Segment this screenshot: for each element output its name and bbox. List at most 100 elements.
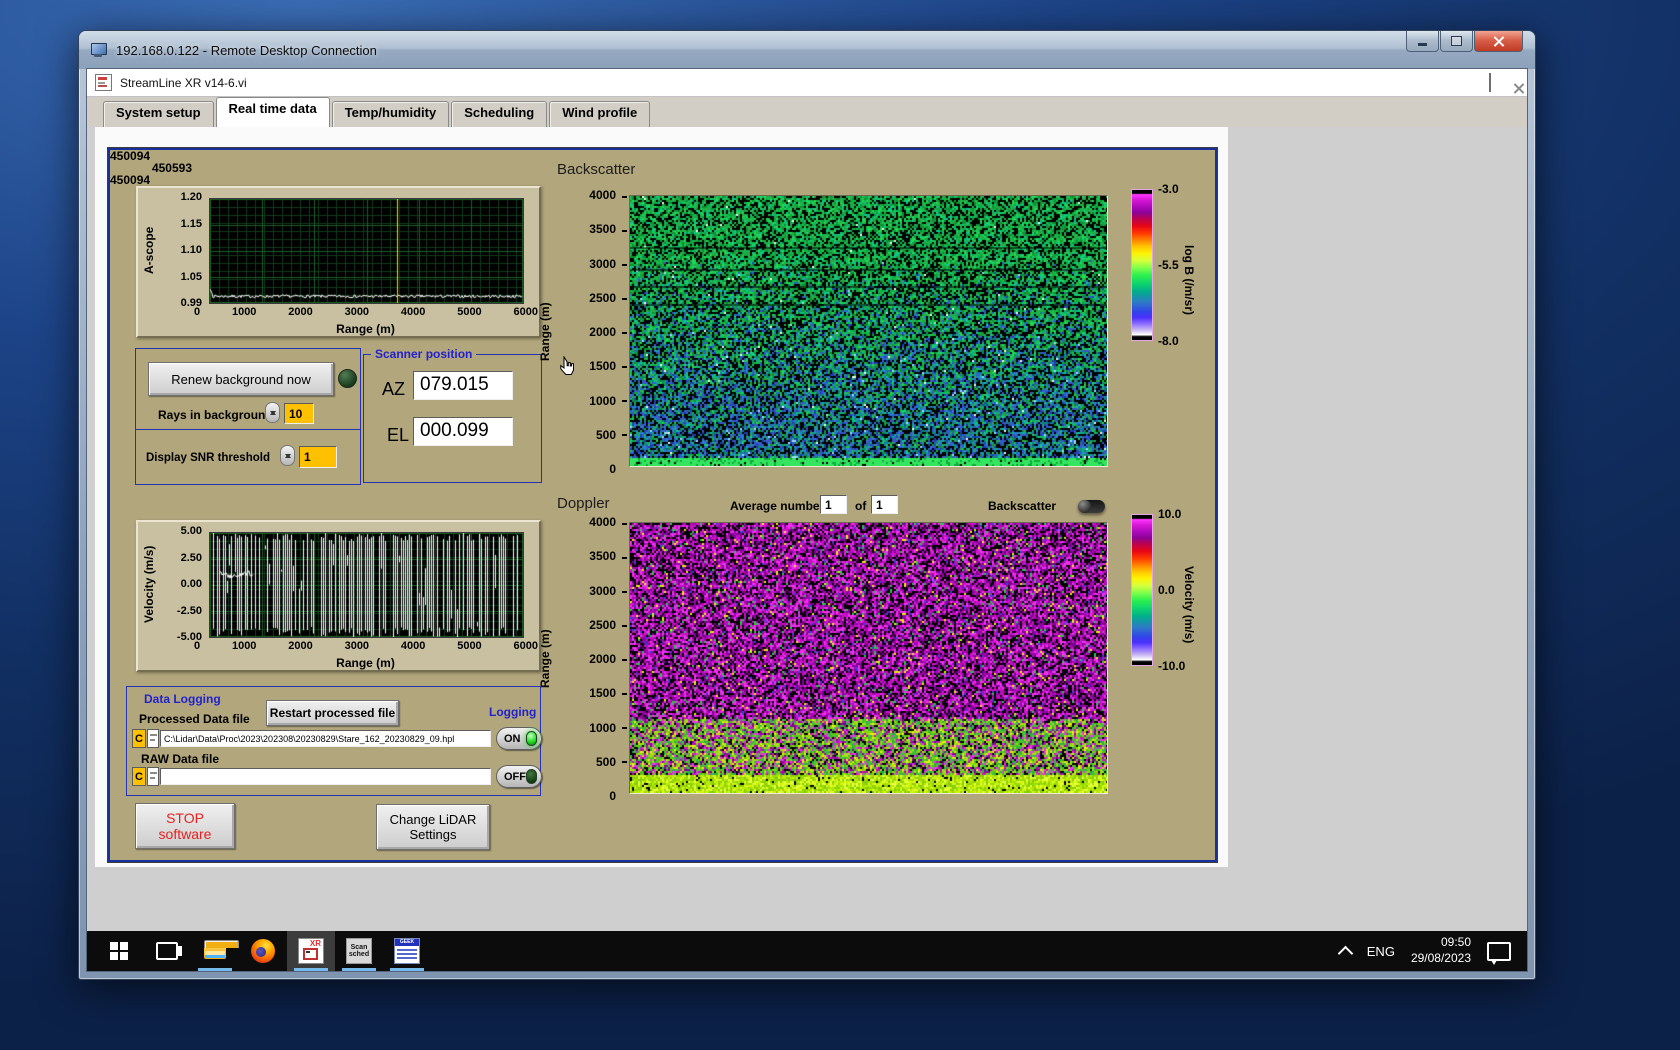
streamline-xr-button[interactable]: XR: [287, 931, 335, 971]
change-lidar-settings-button[interactable]: Change LiDAR Settings: [376, 804, 490, 850]
scan-icon-line1: Scan: [350, 944, 368, 951]
y-tick-label: 1.20: [180, 191, 202, 203]
scanner-position-title: Scanner position: [371, 348, 477, 360]
of-label: of: [855, 499, 867, 513]
tab-scheduling[interactable]: Scheduling: [451, 101, 548, 127]
rdp-titlebar[interactable]: 192.168.0.122 - Remote Desktop Connectio…: [79, 31, 1535, 69]
log-viewer-icon: GEEK: [394, 938, 420, 964]
backscatter-title: Backscatter: [557, 161, 636, 178]
x-tick-label: 5000: [457, 640, 482, 652]
system-tray: ENG 09:50 29/08/2023: [1337, 931, 1527, 971]
task-view-button[interactable]: [143, 931, 191, 971]
led-on-icon: [526, 731, 537, 746]
average-total-field[interactable]: 1: [871, 495, 898, 514]
processed-data-file-label: Processed Data file: [139, 712, 250, 726]
clock-time: 09:50: [1440, 935, 1471, 950]
y-tick-label: 1.05: [180, 270, 202, 283]
velocity-ylabel: Velocity (m/s): [142, 545, 156, 623]
x-tick-label: 2000: [288, 306, 313, 318]
doppler-title: Doppler: [557, 495, 610, 512]
scan-scheduler-icon: Scan sched: [346, 938, 372, 964]
file-explorer-button[interactable]: [191, 931, 239, 971]
renew-background-button[interactable]: Renew background now: [148, 362, 334, 396]
y-axis-ticks: [622, 523, 627, 795]
labview-vi-icon: [95, 74, 112, 91]
snr-threshold-box: Display SNR threshold 1: [135, 429, 361, 485]
y-tick-label: 3000: [589, 583, 616, 598]
x-tick-label: 3000: [344, 306, 370, 318]
firefox-icon: [251, 939, 275, 963]
raw-data-file-label: RAW Data file: [141, 752, 220, 766]
task-view-icon: [156, 942, 182, 960]
y-tick-label: 0: [609, 789, 616, 803]
processed-browse-icon[interactable]: [147, 729, 159, 748]
scan-icon-line2: sched: [348, 951, 370, 958]
firefox-button[interactable]: [239, 931, 287, 971]
clock-date: 29/08/2023: [1410, 951, 1471, 965]
backscatter-x-left: 450094: [110, 149, 151, 163]
raw-drive-box[interactable]: C: [132, 767, 146, 786]
ascope-graph: A-scope 1.20 1.15 1.10 1.05 0.99 0 1000 2000 30…: [136, 186, 541, 338]
change-line2: Settings: [409, 827, 457, 842]
tab-system-setup[interactable]: System setup: [103, 101, 214, 127]
processed-path-field[interactable]: C:\Lidar\Data\Proc\2023\202308\20230829\…: [160, 730, 491, 747]
backscatter-toggle[interactable]: [1078, 500, 1105, 513]
rdp-window-title: 192.168.0.122 - Remote Desktop Connectio…: [116, 42, 377, 58]
scan-scheduler-button[interactable]: Scan sched: [335, 931, 383, 971]
raw-path-field[interactable]: [160, 768, 491, 785]
backscatter-canvas: [630, 196, 1107, 466]
restore-icon: [1489, 73, 1491, 92]
taskbar-clock[interactable]: 09:50 29/08/2023: [1411, 935, 1471, 966]
processed-drive-box[interactable]: C: [132, 729, 146, 748]
stop-software-button[interactable]: STOP software: [135, 803, 235, 849]
logging-label: Logging: [489, 705, 537, 719]
velocity-xlabel: Range (m): [336, 656, 395, 670]
data-logging-box: Data Logging Processed Data file Restart…: [126, 686, 542, 796]
start-button[interactable]: [95, 931, 143, 971]
tab-wind-profile[interactable]: Wind profile: [549, 101, 651, 127]
rdp-minimize-button[interactable]: [1406, 31, 1439, 52]
action-center-icon[interactable]: [1487, 941, 1511, 965]
doppler-x-left: 450094: [110, 173, 151, 187]
backscatter-toggle-label: Backscatter: [988, 499, 1057, 513]
processed-logging-on-button[interactable]: ON: [496, 727, 542, 750]
mouse-cursor-hand: [560, 356, 574, 375]
raw-logging-off-button[interactable]: OFF: [496, 765, 542, 788]
backscatter-colorbar-label: log B (/m/sr): [1182, 244, 1196, 315]
rays-value-field[interactable]: 10: [284, 403, 314, 424]
y-tick-label: 1.10: [180, 244, 202, 256]
rdp-maximize-button[interactable]: [1440, 31, 1473, 52]
y-tick-label: 500: [595, 754, 616, 769]
snr-threshold-label: Display SNR threshold: [146, 452, 270, 464]
language-indicator[interactable]: ENG: [1367, 944, 1395, 959]
x-tick-label: 1000: [231, 306, 257, 318]
y-tick-label: 2000: [589, 652, 616, 666]
app-restore-button[interactable]: [1489, 73, 1491, 92]
data-logging-title: Data Logging: [144, 692, 221, 706]
stop-line2: software: [158, 826, 212, 842]
log-viewer-button[interactable]: GEEK: [383, 931, 431, 971]
x-tick-label: 4000: [400, 640, 426, 652]
restart-processed-file-button[interactable]: Restart processed file: [266, 700, 399, 726]
y-tick-label: 4000: [589, 188, 616, 202]
app-titlebar[interactable]: StreamLine XR v14-6.vi: [87, 69, 1527, 97]
hidden-icons-chevron-icon[interactable]: [1337, 945, 1354, 961]
y-tick-label: 2500: [589, 617, 616, 632]
x-tick-label: 1000: [231, 640, 257, 652]
x-tick-label: 4000: [400, 306, 426, 318]
backscatter-ylabel: Range (m): [538, 302, 552, 362]
snr-value-field[interactable]: 1: [299, 446, 337, 468]
rdp-close-button[interactable]: [1474, 31, 1523, 52]
average-number-field[interactable]: 1: [820, 495, 847, 514]
windows-logo-icon: [110, 942, 128, 960]
y-tick-label: 4000: [589, 515, 616, 529]
running-indicator: [342, 968, 376, 971]
snr-spinner[interactable]: [280, 445, 295, 466]
minimize-icon: [1418, 42, 1427, 46]
raw-browse-icon[interactable]: [147, 767, 159, 786]
y-tick-label: 0.00: [180, 578, 202, 590]
rays-spinner[interactable]: [265, 402, 280, 423]
tab-temp-humidity[interactable]: Temp/humidity: [331, 101, 450, 127]
y-tick-label: 3000: [589, 256, 616, 271]
tab-real-time-data[interactable]: Real time data: [215, 97, 330, 127]
